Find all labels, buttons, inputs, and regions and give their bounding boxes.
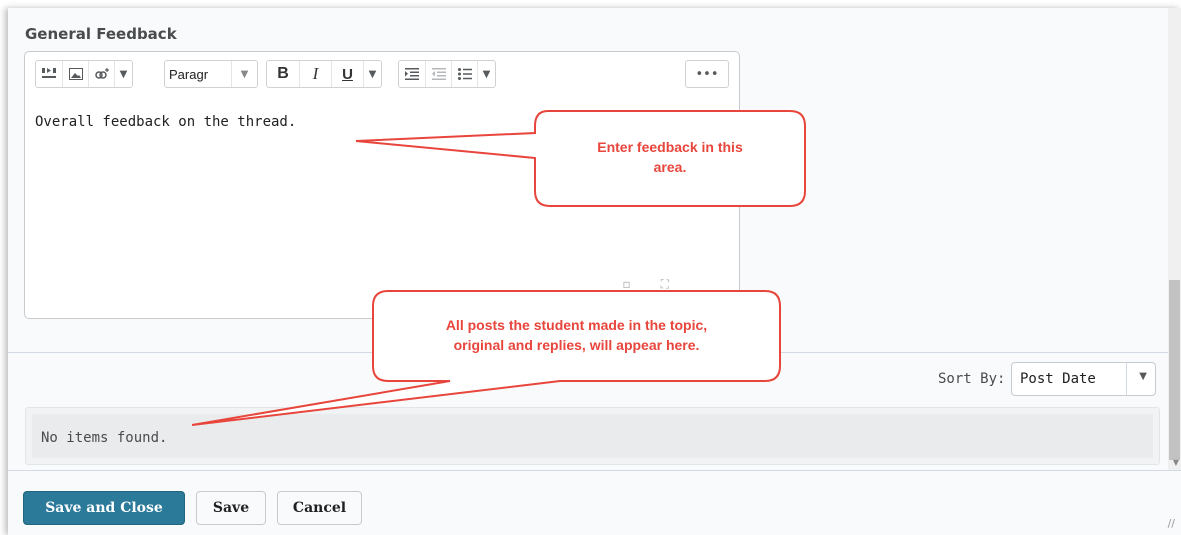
style-dropdown-icon[interactable]: ▼ [363, 61, 381, 87]
list-dropdown-icon[interactable]: ▼ [477, 61, 495, 87]
insert-link-icon[interactable] [88, 61, 114, 87]
chevron-down-icon[interactable]: ▼ [1139, 371, 1147, 382]
feedback-content[interactable]: Overall feedback on the thread. [35, 114, 296, 130]
format-select[interactable]: Paragr ▼ [164, 60, 258, 88]
insert-group: ▼ [35, 60, 133, 88]
bold-button[interactable]: B [267, 61, 299, 87]
posts-callout-text: All posts the student made in the topic,… [373, 315, 780, 355]
editor-callout-line-2: area. [653, 159, 687, 175]
scrollbar[interactable]: ▼ [1168, 8, 1181, 470]
text-style-group: B I U ▼ [266, 60, 382, 88]
feedback-editor[interactable]: ▼ Paragr ▼ B I U ▼ ▼ ••• Overall feedbac… [24, 51, 740, 319]
posts-callout-line-2: original and replies, will appear here. [453, 337, 700, 353]
feedback-dialog: General Feedback ▼ Paragr ▼ B I U ▼ ▼ ••… [8, 8, 1181, 535]
fullscreen-icon[interactable]: ⛶ [661, 277, 699, 291]
indent-icon[interactable] [399, 61, 425, 87]
sort-by-value: Post Date [1020, 371, 1096, 387]
posts-list-inner: No items found. [32, 414, 1153, 458]
bullet-list-icon[interactable] [451, 61, 477, 87]
underline-button[interactable]: U [331, 61, 363, 87]
resize-grip-icon[interactable]: // [1168, 517, 1175, 530]
empty-message: No items found. [41, 430, 168, 446]
more-options-button[interactable]: ••• [685, 60, 729, 88]
format-value: Paragr [169, 66, 209, 82]
save-and-close-button[interactable]: Save and Close [23, 491, 185, 525]
insert-dropdown-icon[interactable]: ▼ [114, 61, 132, 87]
posts-callout-line-1: All posts the student made in the topic, [445, 317, 708, 333]
scrollbar-thumb[interactable] [1169, 280, 1180, 460]
scroll-down-arrow-icon[interactable]: ▼ [1173, 458, 1179, 467]
select-divider [1126, 363, 1127, 395]
dialog-footer: Save and Close Save Cancel // [8, 470, 1181, 535]
sort-by-label: Sort By: [938, 371, 1006, 387]
sort-by-select[interactable]: Post Date ▼ [1011, 362, 1156, 396]
chevron-down-icon[interactable]: ▼ [231, 61, 257, 87]
cancel-button[interactable]: Cancel [277, 491, 362, 525]
general-feedback-heading: General Feedback [25, 25, 177, 43]
posts-list: No items found. [25, 407, 1160, 465]
accessibility-icon[interactable]: ▫ [622, 277, 660, 291]
outdent-icon[interactable] [425, 61, 451, 87]
insert-image-icon[interactable] [62, 61, 88, 87]
editor-status-icons: ▫⛶ [622, 277, 699, 292]
insert-media-icon[interactable] [36, 61, 62, 87]
editor-callout-text: Enter feedback in this area. [535, 137, 805, 177]
editor-callout-line-1: Enter feedback in this [597, 139, 743, 155]
italic-button[interactable]: I [299, 61, 331, 87]
editor-toolbar: ▼ Paragr ▼ B I U ▼ ▼ ••• [25, 52, 739, 96]
list-group: ▼ [398, 60, 496, 88]
save-button[interactable]: Save [196, 491, 266, 525]
